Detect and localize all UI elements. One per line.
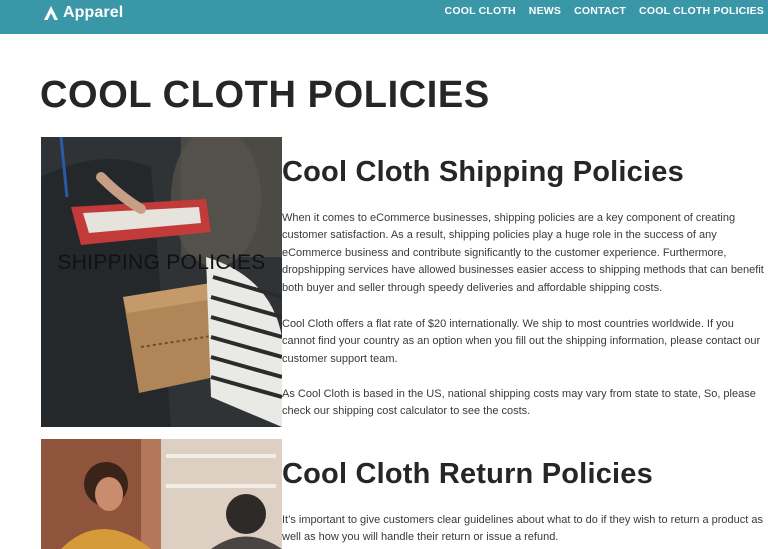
shipping-heading: Cool Cloth Shipping Policies bbox=[282, 156, 684, 188]
shipping-photo-illustration bbox=[41, 137, 282, 427]
site-header: Apparel COOL CLOTH NEWS CONTACT COOL CLO… bbox=[0, 0, 768, 34]
brand-logo-link[interactable]: Apparel bbox=[43, 3, 123, 23]
nav-link-contact[interactable]: CONTACT bbox=[574, 5, 626, 17]
nav-link-cool-cloth-policies[interactable]: COOL CLOTH POLICIES bbox=[639, 5, 764, 17]
returns-image bbox=[41, 439, 282, 549]
page-title: COOL CLOTH POLICIES bbox=[40, 74, 490, 116]
nav-link-cool-cloth[interactable]: COOL CLOTH bbox=[445, 5, 516, 17]
nav-link-news[interactable]: NEWS bbox=[529, 5, 561, 17]
returns-heading: Cool Cloth Return Policies bbox=[282, 458, 653, 490]
brand-name: Apparel bbox=[63, 4, 124, 21]
shipping-paragraph: When it comes to eCommerce businesses, s… bbox=[282, 212, 764, 294]
shipping-paragraph: As Cool Cloth is based in the US, nation… bbox=[282, 388, 756, 418]
returns-photo-illustration bbox=[41, 439, 282, 549]
apparel-logo-icon bbox=[44, 6, 58, 20]
shipping-image-caption: SHIPPING POLICIES bbox=[57, 251, 266, 274]
main-nav: COOL CLOTH NEWS CONTACT COOL CLOTH POLIC… bbox=[432, 5, 764, 17]
shipping-image: SHIPPING POLICIES bbox=[41, 137, 282, 427]
shipping-paragraph: Cool Cloth offers a flat rate of $20 int… bbox=[282, 318, 761, 365]
